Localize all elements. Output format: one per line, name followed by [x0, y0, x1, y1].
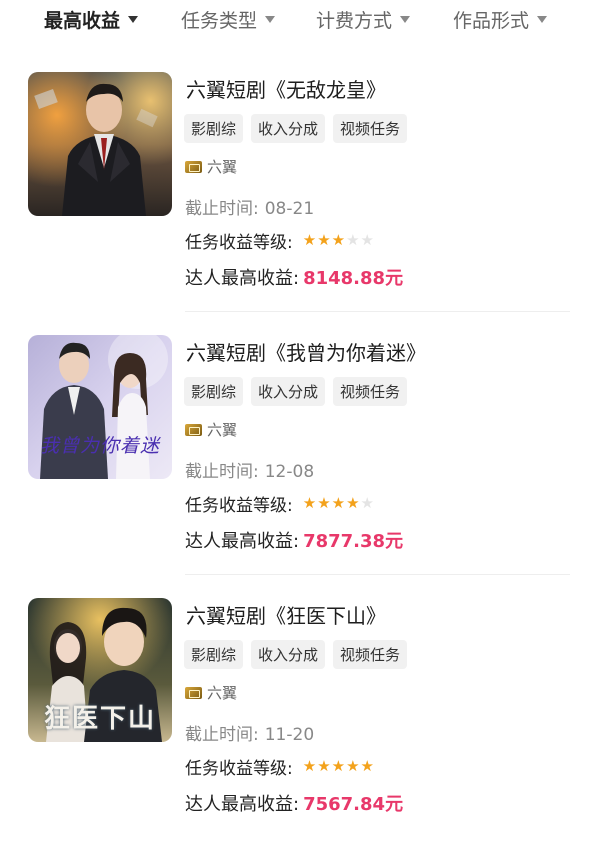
- income-level: 任务收益等级: ★ ★ ★ ★ ★: [185, 228, 374, 254]
- max-income: 达人最高收益: 8148.88元: [185, 264, 403, 290]
- filter-billing-method[interactable]: 计费方式: [316, 6, 411, 32]
- chevron-down-icon: [265, 15, 276, 23]
- filter-highest-income[interactable]: 最高收益: [44, 6, 139, 32]
- star-filled-icon: ★: [317, 494, 331, 512]
- chevron-down-icon: [537, 15, 548, 23]
- tag: 视频任务: [333, 377, 408, 406]
- star-rating: ★ ★ ★ ★ ★: [303, 759, 374, 774]
- max-income-amount: 7567.84元: [303, 794, 404, 815]
- star-empty-icon: ★: [360, 494, 374, 512]
- max-income-label: 达人最高收益:: [185, 531, 300, 552]
- filter-work-format[interactable]: 作品形式: [453, 6, 548, 32]
- chevron-down-icon: [400, 15, 411, 23]
- deadline: 截止时间: 08-21: [185, 194, 314, 219]
- max-income: 达人最高收益: 7567.84元: [185, 790, 403, 816]
- star-rating: ★ ★ ★ ★ ★: [303, 496, 374, 511]
- filter-label: 作品形式: [453, 9, 530, 32]
- star-filled-icon: ★: [331, 231, 346, 249]
- tag: 收入分成: [251, 377, 326, 406]
- author-logo-icon: [185, 686, 202, 699]
- star-filled-icon: ★: [346, 494, 360, 512]
- star-empty-icon: ★: [360, 231, 374, 249]
- author: 六翼: [185, 156, 237, 177]
- filter-task-type[interactable]: 任务类型: [181, 6, 276, 32]
- income-level-label: 任务收益等级:: [185, 496, 293, 516]
- task-title[interactable]: 六翼短剧《无敌龙皇》: [186, 74, 386, 103]
- max-income-amount: 7877.38元: [303, 531, 404, 552]
- deadline-label: 截止时间:: [185, 199, 259, 219]
- star-filled-icon: ★: [302, 494, 317, 512]
- income-level-label: 任务收益等级:: [185, 233, 293, 253]
- author: 六翼: [185, 419, 237, 440]
- max-income-amount: 8148.88元: [303, 268, 404, 289]
- max-income: 达人最高收益: 7877.38元: [185, 527, 403, 553]
- star-rating: ★ ★ ★ ★ ★: [303, 233, 374, 248]
- deadline-label: 截止时间:: [185, 462, 259, 482]
- max-income-label: 达人最高收益:: [185, 268, 300, 289]
- task-card[interactable]: 六翼短剧《无敌龙皇》 影剧综 收入分成 视频任务 六翼 截止时间: 08-21 任…: [0, 72, 600, 322]
- filter-label: 最高收益: [44, 9, 121, 32]
- divider: [185, 311, 570, 312]
- deadline-label: 截止时间:: [185, 725, 259, 745]
- task-card[interactable]: 狂医下山 六翼短剧《狂医下山》 影剧综 收入分成 视频任务 六翼 截止时间: 11…: [0, 598, 600, 848]
- task-title[interactable]: 六翼短剧《狂医下山》: [186, 600, 386, 629]
- tag-list: 影剧综 收入分成 视频任务: [184, 114, 408, 143]
- deadline-value: 12-08: [264, 462, 315, 482]
- tag: 收入分成: [251, 114, 326, 143]
- author-name: 六翼: [207, 684, 238, 702]
- chevron-down-icon: [128, 15, 139, 23]
- drama-thumbnail[interactable]: [28, 72, 172, 216]
- star-filled-icon: ★: [331, 494, 346, 512]
- income-level-label: 任务收益等级:: [185, 759, 293, 779]
- task-card[interactable]: 我曾为你着迷 六翼短剧《我曾为你着迷》 影剧综 收入分成 视频任务 六翼 截止时…: [0, 335, 600, 585]
- deadline: 截止时间: 12-08: [185, 457, 314, 482]
- max-income-label: 达人最高收益:: [185, 794, 300, 815]
- tag-list: 影剧综 收入分成 视频任务: [184, 377, 408, 406]
- star-empty-icon: ★: [346, 231, 360, 249]
- star-filled-icon: ★: [302, 231, 317, 249]
- income-level: 任务收益等级: ★ ★ ★ ★ ★: [185, 491, 374, 517]
- divider: [185, 574, 570, 575]
- income-level: 任务收益等级: ★ ★ ★ ★ ★: [185, 754, 374, 780]
- drama-thumbnail[interactable]: 我曾为你着迷: [28, 335, 172, 479]
- star-filled-icon: ★: [317, 231, 331, 249]
- tag: 视频任务: [333, 114, 408, 143]
- thumbnail-caption: 狂医下山: [43, 704, 156, 734]
- deadline-value: 11-20: [264, 725, 315, 745]
- filter-bar: 最高收益 任务类型 计费方式 作品形式: [0, 0, 600, 40]
- deadline-value: 08-21: [264, 199, 315, 219]
- star-filled-icon: ★: [302, 757, 317, 775]
- filter-label: 任务类型: [181, 9, 258, 32]
- task-title[interactable]: 六翼短剧《我曾为你着迷》: [186, 337, 426, 366]
- tag: 视频任务: [333, 640, 408, 669]
- author: 六翼: [185, 682, 237, 703]
- tag: 收入分成: [251, 640, 326, 669]
- star-filled-icon: ★: [331, 757, 346, 775]
- tag: 影剧综: [184, 640, 244, 669]
- filter-label: 计费方式: [316, 9, 393, 32]
- thumbnail-caption: 我曾为你着迷: [39, 435, 160, 457]
- tag: 影剧综: [184, 377, 244, 406]
- tag-list: 影剧综 收入分成 视频任务: [184, 640, 408, 669]
- author-logo-icon: [185, 160, 202, 173]
- star-filled-icon: ★: [317, 757, 331, 775]
- author-name: 六翼: [207, 421, 238, 439]
- tag: 影剧综: [184, 114, 244, 143]
- author-logo-icon: [185, 423, 202, 436]
- star-filled-icon: ★: [346, 757, 360, 775]
- drama-thumbnail[interactable]: 狂医下山: [28, 598, 172, 742]
- deadline: 截止时间: 11-20: [185, 720, 314, 745]
- star-filled-icon: ★: [360, 757, 374, 775]
- author-name: 六翼: [207, 158, 238, 176]
